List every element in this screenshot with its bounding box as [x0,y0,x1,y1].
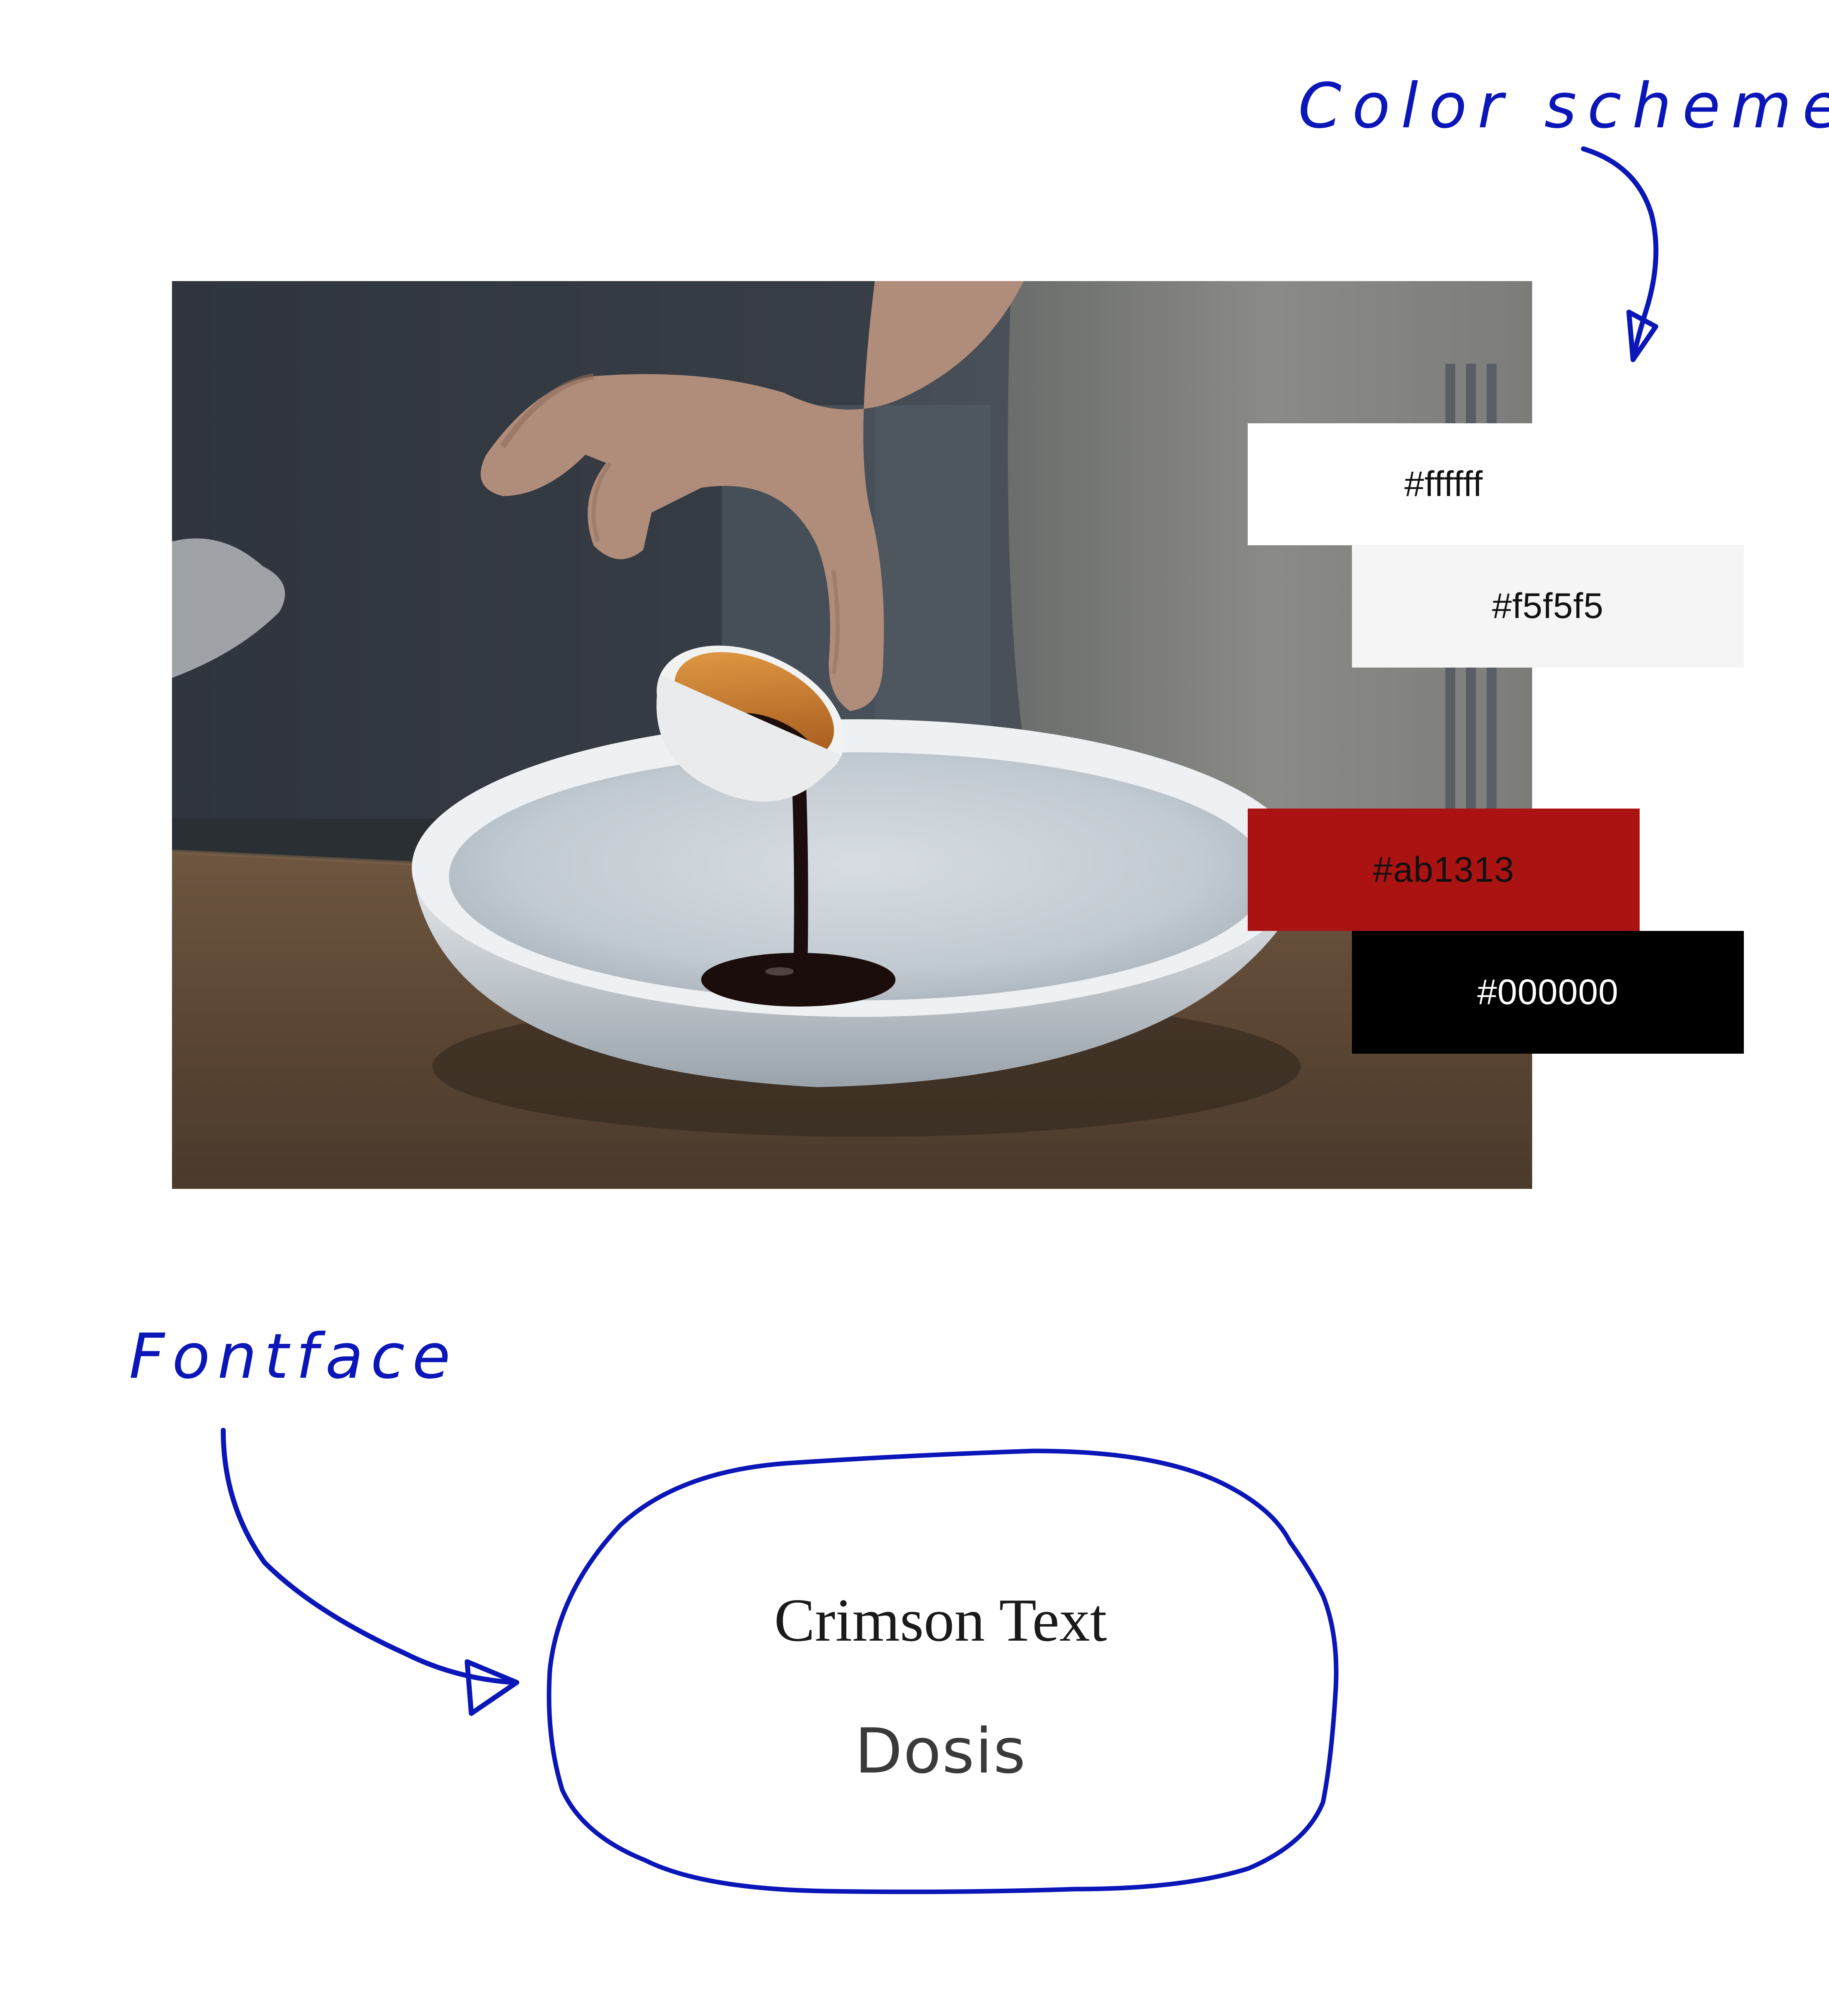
swatch-label: #f5f5f5 [1492,586,1604,626]
swatch-label: #000000 [1477,972,1619,1012]
font-sample-secondary: Dosis [855,1715,1027,1787]
photo-illustration [172,281,1532,1189]
color-scheme-annotation: Color scheme [1298,70,1829,142]
fontface-annotation: Fontface [129,1321,458,1393]
fontface-arrow-icon [221,1428,515,1685]
color-scheme-arrowhead-icon [1626,310,1658,362]
color-swatch-light-gray: #f5f5f5 [1352,545,1744,668]
swatch-label: #ab1313 [1373,849,1514,890]
fontface-arrowhead-icon [465,1659,519,1716]
font-oval-outline-icon [547,1448,1339,1894]
color-swatch-black: #000000 [1352,931,1744,1054]
food-photo [172,281,1532,1189]
swatch-label: #ffffff [1404,464,1483,504]
color-swatch-white: #ffffff [1248,423,1640,545]
color-swatch-red: #ab1313 [1248,809,1640,931]
color-scheme-arrow-icon [1581,146,1659,362]
font-sample-primary: Crimson Text [774,1587,1107,1654]
